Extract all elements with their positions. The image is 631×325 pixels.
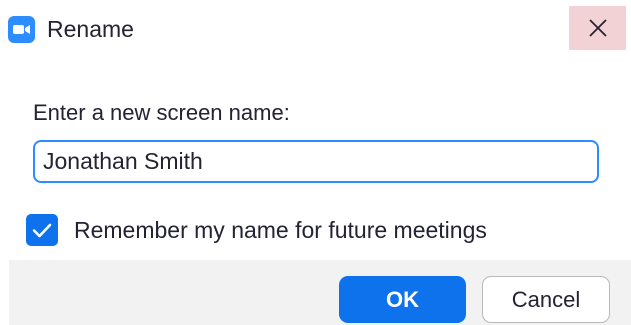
remember-name-row[interactable]: Remember my name for future meetings (26, 212, 487, 248)
close-icon (589, 19, 607, 37)
remember-name-checkbox[interactable] (26, 214, 58, 246)
checkmark-icon (32, 223, 52, 238)
title-bar: Rename (0, 0, 631, 57)
screen-name-prompt: Enter a new screen name: (33, 100, 290, 125)
rename-dialog: Rename Enter a new screen name: Remember… (0, 0, 631, 325)
zoom-video-camera-icon (8, 16, 35, 43)
ok-button[interactable]: OK (339, 276, 466, 323)
cancel-button[interactable]: Cancel (482, 276, 610, 323)
screen-name-input[interactable] (33, 140, 599, 183)
remember-name-label: Remember my name for future meetings (74, 217, 487, 243)
dialog-title: Rename (47, 16, 134, 42)
close-button[interactable] (569, 6, 626, 50)
